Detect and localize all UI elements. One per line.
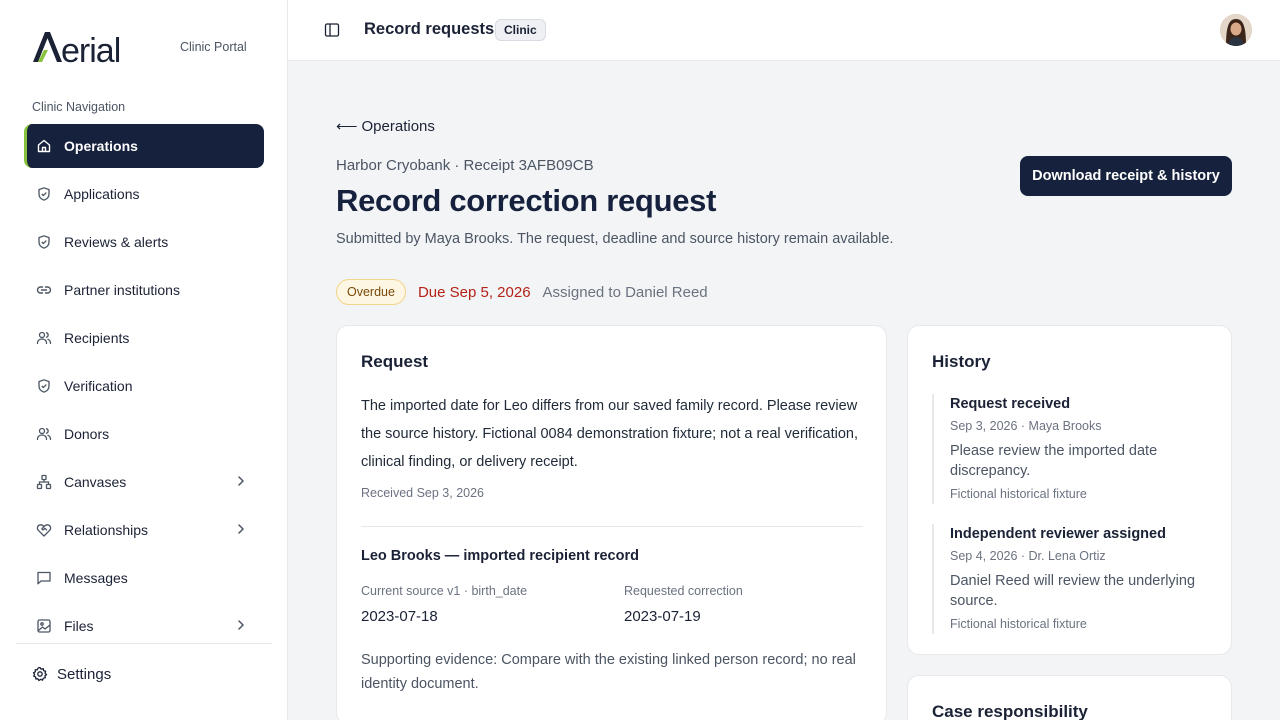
users-icon: [36, 330, 52, 346]
request-body: The imported date for Leo differs from o…: [361, 398, 859, 470]
history-list: Request received Sep 3, 2026 · Maya Broo…: [932, 394, 1212, 654]
history-item-note: Daniel Reed will review the underlying s…: [950, 573, 1196, 609]
aerial-logo-icon: erial: [33, 32, 121, 66]
receipt-meta: Harbor Cryobank · Receipt 3AFB09CB: [336, 157, 594, 174]
nav-heading: Clinic Navigation: [32, 100, 126, 114]
sidebar-nav: Operations Applications Reviews & alerts…: [24, 124, 264, 652]
chevron-right-icon: [238, 620, 244, 630]
case-responsibility-title: Case responsibility: [932, 702, 1088, 720]
assignee: Assigned to Daniel Reed: [542, 283, 708, 301]
back-link[interactable]: ⟵ Operations: [336, 117, 435, 136]
sidebar-item-reviews-alerts[interactable]: Reviews & alerts: [24, 220, 264, 264]
history-card-title: History: [932, 352, 991, 371]
history-item: Independent reviewer assigned Sep 4, 202…: [932, 524, 1212, 634]
sidebar-item-label: Canvases: [64, 474, 127, 490]
received-date: Received Sep 3, 2026: [361, 486, 485, 500]
user-avatar-icon: [1220, 14, 1252, 46]
sidebar-item-settings[interactable]: Settings: [32, 664, 111, 684]
sidebar-item-canvases[interactable]: Canvases: [24, 460, 264, 504]
record-title: Leo Brooks — imported recipient record: [361, 548, 639, 564]
current-value: 2023-07-18: [361, 608, 438, 625]
download-receipt-button[interactable]: Download receipt & history: [1020, 156, 1232, 196]
sidebar-item-label: Reviews & alerts: [64, 234, 169, 250]
history-item-note: Please review the imported date discrepa…: [950, 443, 1158, 479]
chevron-right-icon: [238, 524, 244, 534]
page-title: Record correction request: [336, 183, 717, 218]
arrow-left-icon: ⟵: [336, 118, 358, 135]
brand-subtitle: Clinic Portal: [180, 40, 247, 54]
requested-correction-label: Requested correction: [624, 584, 743, 598]
sidebar-item-label: Operations: [64, 138, 138, 154]
history-item-title: Request received: [950, 396, 1071, 412]
sidebar-item-label: Partner institutions: [64, 282, 180, 298]
sidebar-item-verification[interactable]: Verification: [24, 364, 264, 408]
status-row: Overdue Due Sep 5, 2026 Assigned to Dani…: [336, 279, 708, 305]
topbar: Record requests Clinic: [288, 0, 1280, 61]
case-responsibility-card: Case responsibility: [907, 675, 1232, 720]
history-item-title: Independent reviewer assigned: [950, 526, 1166, 542]
request-card: Request The imported date for Leo differ…: [336, 325, 887, 720]
divider: [361, 526, 863, 527]
sidebar-item-recipients[interactable]: Recipients: [24, 316, 264, 360]
page-description: Submitted by Maya Brooks. The request, d…: [336, 231, 894, 247]
requested-correction-value: 2023-07-19: [624, 608, 701, 625]
supporting-evidence: Supporting evidence: Compare with the ex…: [361, 652, 856, 692]
current-value-label: Current source v1 · birth_date: [361, 584, 528, 598]
sidebar-item-label: Files: [64, 618, 94, 634]
sidebar-item-operations[interactable]: Operations: [24, 124, 264, 168]
history-item-footnote: Fictional historical fixture: [950, 617, 1087, 631]
sidebar-item-label: Relationships: [64, 522, 149, 538]
page-header-title: Record requests: [364, 20, 495, 38]
sidebar-item-label: Verification: [64, 378, 133, 394]
back-link-label: Operations: [361, 117, 435, 135]
users-icon: [36, 426, 52, 442]
sidebar-item-label: Donors: [64, 426, 110, 442]
sidebar-toggle-icon[interactable]: [324, 22, 340, 38]
sidebar-item-label: Applications: [64, 186, 140, 202]
sidebar-item-label: Messages: [64, 570, 128, 586]
message-icon: [36, 570, 52, 586]
brand-logo[interactable]: erial: [32, 30, 132, 66]
history-item-footnote: Fictional historical fixture: [950, 487, 1087, 501]
history-card: History Request received Sep 3, 2026 · M…: [907, 325, 1232, 655]
link-icon: [36, 282, 52, 298]
due-date: Due Sep 5, 2026: [417, 283, 531, 301]
sidebar-item-donors[interactable]: Donors: [24, 412, 264, 456]
shield-check-icon: [36, 378, 52, 394]
svg-text:erial: erial: [61, 32, 120, 66]
status-badge: Overdue: [336, 279, 406, 305]
network-icon: [36, 474, 52, 490]
sidebar: erial Clinic Portal Clinic Navigation Op…: [0, 0, 288, 720]
chevron-right-icon: [238, 476, 244, 486]
shield-check-icon: [36, 186, 52, 202]
sidebar-item-applications[interactable]: Applications: [24, 172, 264, 216]
history-item-meta: Sep 4, 2026 · Dr. Lena Ortiz: [950, 549, 1106, 563]
history-item-meta: Sep 3, 2026 · Maya Brooks: [950, 419, 1102, 433]
home-icon: [36, 138, 52, 154]
history-item: Request received Sep 3, 2026 · Maya Broo…: [932, 394, 1212, 504]
avatar[interactable]: [1220, 14, 1252, 46]
sidebar-item-files[interactable]: Files: [24, 604, 264, 648]
sidebar-item-label: Recipients: [64, 330, 130, 346]
portal-badge: Clinic: [495, 19, 546, 41]
image-icon: [36, 618, 52, 634]
sidebar-divider: [16, 643, 272, 644]
heart-handshake-icon: [36, 522, 52, 538]
main-content: ⟵ Operations Harbor Cryobank · Receipt 3…: [288, 61, 1280, 720]
sidebar-item-messages[interactable]: Messages: [24, 556, 264, 600]
settings-label: Settings: [57, 665, 112, 683]
sidebar-item-partner-institutions[interactable]: Partner institutions: [24, 268, 264, 312]
gear-icon: [32, 666, 48, 682]
shield-check-icon: [36, 234, 52, 250]
sidebar-item-relationships[interactable]: Relationships: [24, 508, 264, 552]
request-card-title: Request: [361, 352, 429, 371]
